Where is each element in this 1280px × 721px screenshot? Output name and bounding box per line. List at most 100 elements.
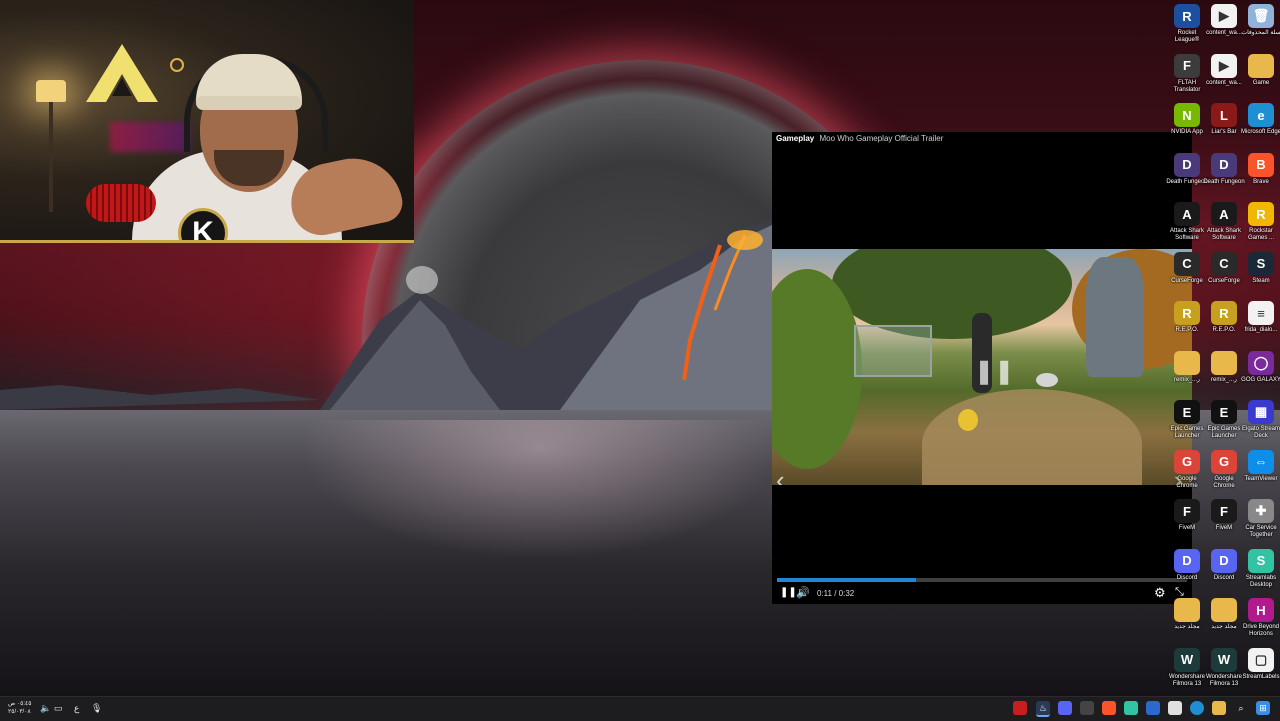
desktop-icon[interactable]: H Drive Beyond Horizons <box>1240 594 1280 638</box>
desktop-icon[interactable]: D Discord <box>1203 545 1245 582</box>
desktop-icon[interactable]: remix_...ر <box>1203 347 1245 384</box>
desktop-icon[interactable]: D Death Fungeon <box>1203 149 1245 186</box>
desktop-icon[interactable]: D Death Fungeon <box>1166 149 1208 186</box>
desktop-icon[interactable]: ▶ content_wa... <box>1203 50 1245 87</box>
taskbar-discord-icon[interactable] <box>1058 701 1072 715</box>
taskbar-streamlabs-icon[interactable] <box>1124 701 1138 715</box>
desktop-icon[interactable]: ▦ Elgato Stream Deck <box>1240 396 1280 440</box>
desktop-icon[interactable]: B Brave <box>1240 149 1280 186</box>
desktop-icon-label: Steam <box>1252 277 1270 284</box>
player-controls: ❚❚ 🔊 0:11 / 0:32 ⚙ ⤡ <box>772 584 1192 604</box>
desktop-icon[interactable]: ▢ StreamLabels <box>1240 644 1280 681</box>
desktop-icon[interactable]: Game <box>1240 50 1280 87</box>
pause-button[interactable]: ❚❚ <box>780 587 797 598</box>
desktop-icon[interactable]: G Google Chrome <box>1166 446 1208 490</box>
death-fungeon-icon: D <box>1174 152 1200 177</box>
desktop-icon[interactable]: N NVIDIA App <box>1166 99 1208 136</box>
previous-arrow-icon[interactable]: ‹ <box>776 467 785 485</box>
taskbar-file-explorer-icon[interactable] <box>1212 701 1226 715</box>
microphone-tray-icon[interactable]: 🎙 <box>91 703 102 714</box>
desktop-icon[interactable]: ◯ GOG GALAXY <box>1240 347 1280 384</box>
fivem-icon: F <box>1174 499 1200 523</box>
desktop-icon-label: Death Fungeon <box>1166 178 1208 185</box>
video-title: Moo Who Gameplay Official Trailer <box>819 134 944 143</box>
taskbar-brave-icon[interactable] <box>1102 701 1116 715</box>
desktop-icon[interactable]: مجلد جديد <box>1203 594 1245 631</box>
chick-character <box>958 409 978 431</box>
stone-monolith <box>1086 257 1144 377</box>
settings-gear-icon[interactable]: ⚙ <box>1154 585 1166 601</box>
desktop-icon[interactable]: A Attack Shark Software <box>1166 198 1208 242</box>
desktop-icon-label: content_wa... <box>1206 30 1242 36</box>
pause-overlay-icon[interactable]: ❚❚ <box>974 357 1014 386</box>
rocket-league-icon: R <box>1174 4 1200 28</box>
desktop-icon-label: StreamLabels <box>1242 673 1280 680</box>
desktop-icon[interactable]: L Liar's Bar <box>1203 99 1245 136</box>
edge-icon: e <box>1248 103 1274 127</box>
progress-bar[interactable] <box>777 578 1187 582</box>
taskbar-search-icon[interactable]: ⌕ <box>1234 701 1248 715</box>
desktop-icon[interactable]: R Rockstar Games ... <box>1240 198 1280 242</box>
desktop-icon-label: Rockstar Games ... <box>1247 228 1274 241</box>
language-indicator-icon[interactable]: ع <box>74 703 79 714</box>
clock-time: ٠٥:٤٥ ص <box>8 701 32 707</box>
stream-deck-icon: ▦ <box>1248 400 1274 424</box>
folder-icon <box>1211 598 1237 622</box>
desktop-icon[interactable]: R R.E.P.O. <box>1203 297 1245 334</box>
sea-reflection <box>300 420 780 560</box>
desktop-icon[interactable]: C CurseForge <box>1203 248 1245 285</box>
desktop-icon[interactable]: R R.E.P.O. <box>1166 297 1208 334</box>
desktop-icon[interactable]: A Attack Shark Software <box>1203 198 1245 242</box>
desktop-icon[interactable]: G Google Chrome <box>1203 446 1245 490</box>
desktop-icon[interactable]: W Wondershare Filmora 13 <box>1166 644 1208 688</box>
chrome-icon: G <box>1211 449 1237 474</box>
drive-beyond-icon: H <box>1248 598 1274 622</box>
taskbar-steam-icon[interactable]: ♨ <box>1036 701 1050 717</box>
lamp <box>36 80 66 102</box>
desktop-icon[interactable]: F FiveM <box>1166 495 1208 532</box>
desktop-icon[interactable]: ▶ content_wa... <box>1203 0 1245 37</box>
desktop-icon[interactable]: مجلد جديد <box>1166 594 1208 631</box>
taskbar-obs-icon[interactable] <box>1080 701 1094 715</box>
taskbar-app-red-icon[interactable] <box>1013 701 1027 715</box>
streamlabs-icon: S <box>1248 548 1274 573</box>
desktop-icon-label: remix_...ر <box>1174 376 1200 383</box>
desktop-icon[interactable]: D Discord <box>1166 545 1208 582</box>
desktop-icon[interactable]: E Epic Games Launcher <box>1166 396 1208 440</box>
volume-icon[interactable]: 🔊 <box>796 586 810 599</box>
speaker-icon[interactable]: 🔈 <box>40 703 51 714</box>
document-icon: ≡ <box>1248 301 1274 325</box>
desktop-icon[interactable]: F FLTAH Translator <box>1166 50 1208 94</box>
desktop-icon-label: Discord <box>1213 574 1235 581</box>
desktop-icon-label: Google Chrome <box>1213 475 1235 489</box>
taskbar-edge-icon[interactable] <box>1190 701 1204 715</box>
gog-galaxy-icon: ◯ <box>1248 350 1274 375</box>
desktop-icon[interactable]: e Microsoft Edge <box>1240 99 1280 136</box>
desktop-icon-label: FiveM <box>1178 525 1196 531</box>
desktop-icon[interactable]: ≡ frida_dialo... <box>1240 297 1280 334</box>
desktop-icon[interactable]: S Steam <box>1240 248 1280 285</box>
video-frame[interactable]: ❚❚ ‹ › <box>772 249 1192 485</box>
network-icon[interactable]: ▭ <box>54 703 63 714</box>
desktop-icon-label: مجلد جديد <box>1174 624 1200 630</box>
desktop-icon[interactable]: W Wondershare Filmora 13 <box>1203 644 1245 688</box>
desktop-icon-label: Death Fungeon <box>1203 178 1245 185</box>
desktop-icon[interactable]: ⇔ TeamViewer <box>1240 446 1280 483</box>
desktop-icon[interactable]: C CurseForge <box>1166 248 1208 285</box>
start-button-icon[interactable]: ⊞ <box>1256 701 1270 715</box>
desktop-icon[interactable]: R Rocket League® <box>1166 0 1208 44</box>
repo-icon: R <box>1211 301 1237 325</box>
taskbar-app-blue-icon[interactable] <box>1146 701 1160 715</box>
desktop-icon[interactable]: ✚ Car Service Together <box>1240 495 1280 539</box>
video-player-popup[interactable]: Gameplay Moo Who Gameplay Official Trail… <box>772 132 1192 604</box>
desktop-icon[interactable]: S Streamlabs Desktop <box>1240 545 1280 589</box>
desktop-icon[interactable]: 🗑 سلة المحذوفات <box>1240 0 1280 37</box>
steam-icon: S <box>1248 251 1274 276</box>
clock[interactable]: ٠٥:٤٥ ص ٢٥/٠٣/٠٨ <box>8 700 31 716</box>
taskbar-store-icon[interactable] <box>1168 701 1182 715</box>
desktop-icon-label: GOG GALAXY <box>1241 376 1280 383</box>
desktop-icon[interactable]: E Epic Games Launcher <box>1203 396 1245 440</box>
desktop-icon[interactable]: F FiveM <box>1203 495 1245 532</box>
desktop-icon[interactable]: remix_...ر <box>1166 347 1208 384</box>
greenhouse <box>854 325 932 377</box>
